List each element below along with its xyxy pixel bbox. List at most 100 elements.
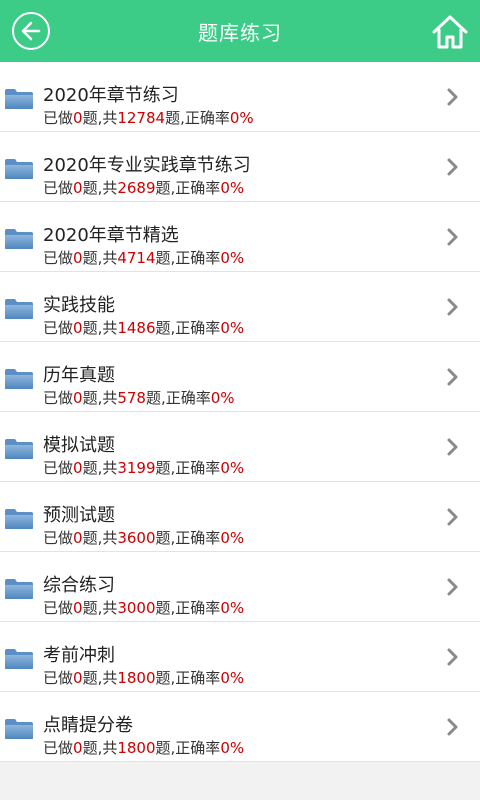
total-suffix: 题,正确率 xyxy=(155,669,221,687)
done-count: 0 xyxy=(73,109,83,127)
list-item[interactable]: 点睛提分卷 已做0题,共1800题,正确率0% xyxy=(0,692,480,762)
item-title: 实践技能 xyxy=(43,295,115,316)
item-title: 2020年章节练习 xyxy=(43,85,179,106)
chevron-right-icon xyxy=(447,228,458,246)
chevron-right-icon xyxy=(447,718,458,736)
folder-icon xyxy=(5,369,33,389)
chevron-right-icon xyxy=(447,88,458,106)
chevron-right-icon xyxy=(447,368,458,386)
list-item[interactable]: 实践技能 已做0题,共1486题,正确率0% xyxy=(0,272,480,342)
total-count: 1486 xyxy=(117,319,156,337)
chevron-right-icon xyxy=(447,578,458,596)
item-stats: 已做0题,共1800题,正确率0% xyxy=(43,669,244,687)
done-count: 0 xyxy=(73,669,83,687)
chevron-right-icon xyxy=(447,508,458,526)
total-count: 3000 xyxy=(117,599,156,617)
item-title: 2020年章节精选 xyxy=(43,225,179,246)
done-suffix: 题,共 xyxy=(82,389,118,407)
done-count: 0 xyxy=(73,249,83,267)
folder-icon xyxy=(5,719,33,739)
chevron-right-icon xyxy=(447,158,458,176)
done-prefix: 已做 xyxy=(43,319,74,337)
total-suffix: 题,正确率 xyxy=(155,319,221,337)
list-item[interactable]: 2020年专业实践章节练习 已做0题,共2689题,正确率0% xyxy=(0,132,480,202)
item-stats: 已做0题,共12784题,正确率0% xyxy=(43,109,254,127)
done-suffix: 题,共 xyxy=(82,459,118,477)
item-title: 预测试题 xyxy=(43,505,115,526)
list-item[interactable]: 模拟试题 已做0题,共3199题,正确率0% xyxy=(0,412,480,482)
folder-icon xyxy=(5,579,33,599)
total-suffix: 题,正确率 xyxy=(165,109,230,127)
item-title: 2020年专业实践章节练习 xyxy=(43,155,251,176)
total-count: 1800 xyxy=(117,669,156,687)
item-stats: 已做0题,共578题,正确率0% xyxy=(43,389,235,407)
header-bar: 题库练习 xyxy=(0,0,480,62)
done-suffix: 题,共 xyxy=(82,529,118,547)
folder-icon xyxy=(5,299,33,319)
accuracy-value: 0% xyxy=(220,319,245,337)
accuracy-value: 0% xyxy=(220,669,245,687)
done-count: 0 xyxy=(73,739,83,757)
done-suffix: 题,共 xyxy=(82,739,118,757)
list-item[interactable]: 综合练习 已做0题,共3000题,正确率0% xyxy=(0,552,480,622)
done-prefix: 已做 xyxy=(43,669,74,687)
total-count: 3600 xyxy=(117,529,156,547)
done-count: 0 xyxy=(73,459,83,477)
accuracy-value: 0% xyxy=(220,249,245,267)
total-count: 2689 xyxy=(117,179,156,197)
total-count: 1800 xyxy=(117,739,156,757)
home-icon xyxy=(432,15,468,49)
done-prefix: 已做 xyxy=(43,459,74,477)
chevron-right-icon xyxy=(447,298,458,316)
home-button[interactable] xyxy=(430,12,470,52)
accuracy-value: 0% xyxy=(220,599,245,617)
accuracy-value: 0% xyxy=(220,739,245,757)
total-suffix: 题,正确率 xyxy=(155,739,221,757)
folder-icon xyxy=(5,229,33,249)
item-title: 考前冲刺 xyxy=(43,645,115,666)
total-count: 12784 xyxy=(117,109,166,127)
chevron-right-icon xyxy=(447,438,458,456)
list-item[interactable]: 2020年章节练习 已做0题,共12784题,正确率0% xyxy=(0,62,480,132)
done-suffix: 题,共 xyxy=(82,179,118,197)
item-stats: 已做0题,共3600题,正确率0% xyxy=(43,529,244,547)
list-item[interactable]: 2020年章节精选 已做0题,共4714题,正确率0% xyxy=(0,202,480,272)
total-suffix: 题,正确率 xyxy=(155,249,221,267)
done-prefix: 已做 xyxy=(43,109,74,127)
back-button[interactable] xyxy=(12,12,50,50)
done-count: 0 xyxy=(73,389,83,407)
accuracy-value: 0% xyxy=(210,389,235,407)
done-suffix: 题,共 xyxy=(82,599,118,617)
list-item[interactable]: 考前冲刺 已做0题,共1800题,正确率0% xyxy=(0,622,480,692)
done-suffix: 题,共 xyxy=(82,319,118,337)
folder-icon xyxy=(5,509,33,529)
total-count: 578 xyxy=(117,389,146,407)
total-suffix: 题,正确率 xyxy=(155,529,221,547)
done-suffix: 题,共 xyxy=(82,249,118,267)
folder-icon xyxy=(5,649,33,669)
done-suffix: 题,共 xyxy=(82,109,118,127)
accuracy-value: 0% xyxy=(220,179,245,197)
item-stats: 已做0题,共1800题,正确率0% xyxy=(43,739,244,757)
done-prefix: 已做 xyxy=(43,389,74,407)
done-prefix: 已做 xyxy=(43,249,74,267)
done-count: 0 xyxy=(73,529,83,547)
done-prefix: 已做 xyxy=(43,739,74,757)
total-count: 3199 xyxy=(117,459,156,477)
item-stats: 已做0题,共4714题,正确率0% xyxy=(43,249,244,267)
folder-icon xyxy=(5,439,33,459)
item-stats: 已做0题,共2689题,正确率0% xyxy=(43,179,244,197)
list-item[interactable]: 预测试题 已做0题,共3600题,正确率0% xyxy=(0,482,480,552)
list-item[interactable]: 历年真题 已做0题,共578题,正确率0% xyxy=(0,342,480,412)
item-title: 历年真题 xyxy=(43,365,115,386)
total-suffix: 题,正确率 xyxy=(145,389,211,407)
done-prefix: 已做 xyxy=(43,529,74,547)
page-title: 题库练习 xyxy=(198,20,282,45)
accuracy-value: 0% xyxy=(220,459,245,477)
accuracy-value: 0% xyxy=(229,109,254,127)
total-count: 4714 xyxy=(117,249,156,267)
item-stats: 已做0题,共3199题,正确率0% xyxy=(43,459,244,477)
item-stats: 已做0题,共1486题,正确率0% xyxy=(43,319,244,337)
done-prefix: 已做 xyxy=(43,599,74,617)
chevron-right-icon xyxy=(447,648,458,666)
